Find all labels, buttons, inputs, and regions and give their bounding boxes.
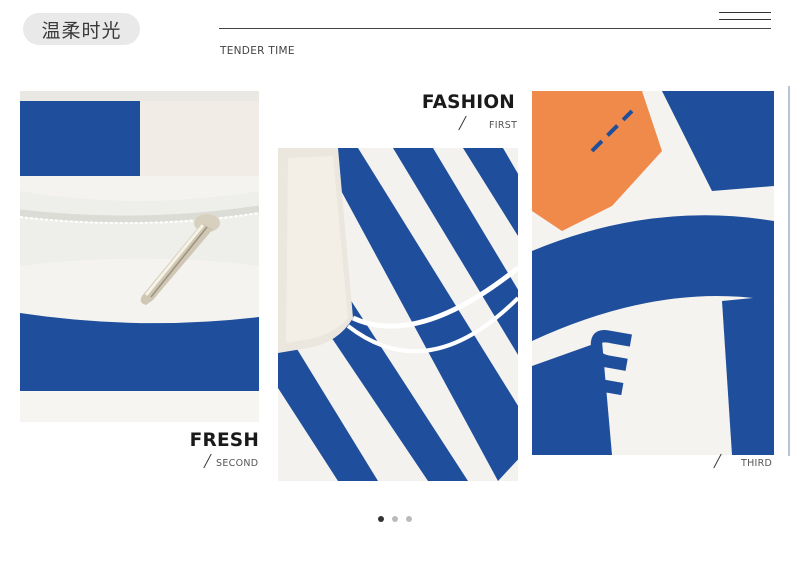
carousel-pagination	[378, 516, 412, 522]
svg-text:m: m	[556, 318, 649, 404]
section-title: 温柔时光	[23, 13, 140, 45]
card-label-first: FIRST	[489, 120, 518, 131]
pagination-dot-2[interactable]	[392, 516, 398, 522]
pagination-dot-1[interactable]	[378, 516, 384, 522]
card-label-second: SECOND	[216, 458, 259, 469]
pagination-dot-3[interactable]	[406, 516, 412, 522]
slash-divider	[713, 453, 722, 469]
section-subtitle: TENDER TIME	[220, 45, 295, 57]
slash-divider	[203, 453, 212, 469]
card-heading-fresh: FRESH	[189, 430, 259, 451]
header-divider	[219, 28, 771, 29]
product-image-print[interactable]: m	[532, 91, 774, 455]
card-label-third: THIRD	[741, 458, 773, 469]
card-heading-fashion: FASHION	[421, 92, 515, 113]
product-image-zipper[interactable]	[20, 91, 259, 422]
slash-divider	[458, 115, 467, 131]
product-image-stripes[interactable]	[278, 148, 518, 481]
menu-icon[interactable]	[719, 11, 771, 23]
